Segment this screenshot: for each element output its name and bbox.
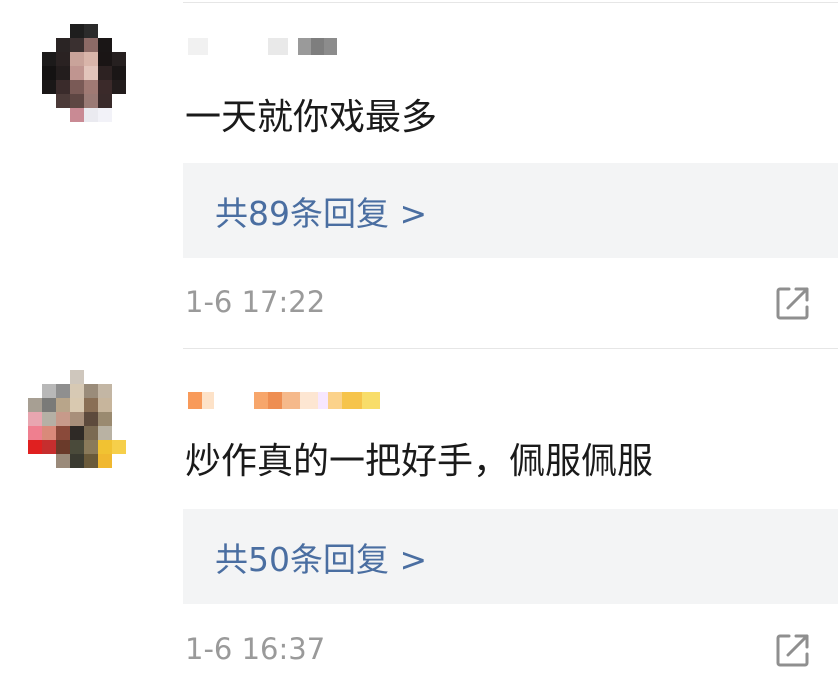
reply-count-label: 共50条回复 > <box>215 539 428 579</box>
view-replies-button[interactable]: 共89条回复 > <box>183 163 838 258</box>
comment-divider <box>183 348 838 349</box>
view-replies-button[interactable]: 共50条回复 > <box>183 509 838 604</box>
share-external-icon[interactable] <box>774 631 812 669</box>
comment-timestamp: 1-6 16:37 <box>185 632 326 666</box>
top-divider <box>183 2 838 3</box>
username[interactable] <box>188 380 380 420</box>
share-external-icon[interactable] <box>774 284 812 322</box>
reply-count-label: 共89条回复 > <box>215 193 428 233</box>
comment-text: 一天就你戏最多 <box>185 97 438 138</box>
username[interactable] <box>188 26 337 66</box>
user-avatar[interactable] <box>28 24 140 136</box>
user-avatar[interactable] <box>28 370 140 482</box>
comment-timestamp: 1-6 17:22 <box>185 285 326 319</box>
comment-text: 炒作真的一把好手，佩服佩服 <box>185 441 654 482</box>
